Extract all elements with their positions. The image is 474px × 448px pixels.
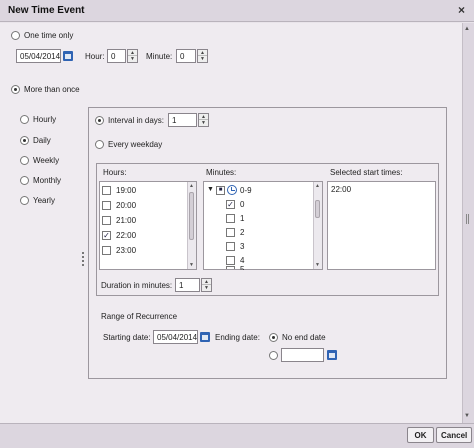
selected-times-header: Selected start times:: [330, 168, 403, 177]
interval-input[interactable]: 1: [168, 113, 197, 127]
hour-23-checkbox[interactable]: [102, 246, 111, 255]
scroll-grip-icon[interactable]: [466, 214, 469, 224]
one-time-radio[interactable]: [11, 31, 20, 40]
no-end-date-label: No end date: [282, 333, 326, 342]
minutes-scroll-up-icon[interactable]: ▲: [315, 183, 320, 189]
minute-1-label: 1: [240, 214, 245, 223]
weekly-label: Weekly: [33, 156, 60, 165]
minute-input[interactable]: 0: [176, 49, 196, 63]
minute-4-label: 4: [240, 256, 245, 265]
interval-stepper[interactable]: ▲ ▼: [198, 113, 209, 127]
minutes-scroll-thumb[interactable]: [315, 200, 320, 218]
hours-scroll-down-icon[interactable]: ▼: [189, 262, 194, 268]
hour-23-label: 23:00: [116, 246, 137, 255]
hours-header: Hours:: [103, 168, 127, 177]
minute-3-label: 3: [240, 242, 245, 251]
hour-stepper[interactable]: ▲ ▼: [127, 49, 138, 63]
every-weekday-radio[interactable]: [95, 140, 104, 149]
yearly-radio[interactable]: [20, 196, 29, 205]
scroll-up-icon[interactable]: ▲: [464, 26, 470, 32]
expand-toggle-icon[interactable]: ▼: [207, 186, 214, 193]
selected-time-item[interactable]: 22:00: [331, 185, 351, 194]
hour-input[interactable]: 0: [107, 49, 126, 63]
daily-radio[interactable]: [20, 136, 29, 145]
end-date-input[interactable]: [281, 348, 324, 362]
no-end-date-radio[interactable]: [269, 333, 278, 342]
minute-stepper[interactable]: ▲ ▼: [197, 49, 208, 63]
minute-0-checkbox[interactable]: ✓: [226, 200, 235, 209]
starting-date-input[interactable]: 05/04/2014: [153, 330, 198, 344]
duration-input[interactable]: 1: [175, 278, 200, 292]
hourly-label: Hourly: [33, 115, 57, 124]
close-icon[interactable]: ×: [458, 3, 465, 17]
more-than-once-radio[interactable]: [11, 85, 20, 94]
minute-5-row[interactable]: [226, 266, 235, 269]
ok-button[interactable]: OK: [407, 427, 434, 443]
minute-3-checkbox[interactable]: [226, 242, 235, 251]
hour-22-checkbox[interactable]: ✓: [102, 231, 111, 240]
splitter-handle[interactable]: [82, 252, 84, 266]
minutes-group-label: 0-9: [240, 186, 252, 195]
minute-2-label: 2: [240, 228, 245, 237]
minute-label: Minute:: [146, 52, 173, 61]
ending-date-label: Ending date:: [215, 333, 260, 342]
one-time-date-input[interactable]: 05/04/2014: [16, 49, 61, 63]
monthly-radio[interactable]: [20, 176, 29, 185]
minute-1-checkbox[interactable]: [226, 214, 235, 223]
scroll-down-icon[interactable]: ▼: [464, 413, 470, 419]
selected-times-list[interactable]: [327, 181, 436, 270]
window-title: New Time Event: [8, 5, 85, 16]
hour-label: Hour:: [85, 52, 105, 61]
more-than-once-label: More than once: [24, 85, 80, 94]
dialog-footer: [0, 423, 474, 448]
minutes-group-checkbox[interactable]: ■: [216, 186, 225, 195]
starting-date-label: Starting date:: [103, 333, 151, 342]
interval-label: Interval in days:: [108, 116, 165, 125]
start-calendar-icon[interactable]: [200, 332, 210, 342]
hour-20-checkbox[interactable]: [102, 201, 111, 210]
calendar-icon[interactable]: [63, 51, 73, 61]
minute-5-label: 5: [240, 266, 244, 270]
end-calendar-icon[interactable]: [327, 350, 337, 360]
hour-22-label: 22:00: [116, 231, 137, 240]
hourly-radio[interactable]: [20, 115, 29, 124]
daily-label: Daily: [33, 136, 51, 145]
hours-scroll-thumb[interactable]: [189, 192, 194, 240]
every-weekday-label: Every weekday: [108, 140, 163, 149]
minute-4-checkbox[interactable]: [226, 256, 235, 265]
minutes-scroll-down-icon[interactable]: ▼: [315, 262, 320, 268]
minutes-scrollbar[interactable]: [313, 182, 322, 269]
hour-20-label: 20:00: [116, 201, 137, 210]
yearly-label: Yearly: [33, 196, 55, 205]
hour-19-checkbox[interactable]: [102, 186, 111, 195]
minute-0-label: 0: [240, 200, 245, 209]
minutes-header: Minutes:: [206, 168, 237, 177]
interval-radio[interactable]: [95, 116, 104, 125]
end-date-radio[interactable]: [269, 351, 278, 360]
cancel-button[interactable]: Cancel: [436, 427, 472, 443]
range-title: Range of Recurrence: [101, 312, 178, 321]
duration-stepper[interactable]: ▲ ▼: [201, 278, 212, 292]
hour-19-label: 19:00: [116, 186, 137, 195]
hours-scroll-up-icon[interactable]: ▲: [189, 183, 194, 189]
clock-icon: [227, 185, 237, 195]
one-time-label: One time only: [24, 31, 74, 40]
hour-21-checkbox[interactable]: [102, 216, 111, 225]
hour-21-label: 21:00: [116, 216, 137, 225]
hours-list[interactable]: [99, 181, 197, 270]
duration-label: Duration in minutes:: [101, 281, 173, 290]
monthly-label: Monthly: [33, 176, 62, 185]
minute-2-checkbox[interactable]: [226, 228, 235, 237]
weekly-radio[interactable]: [20, 156, 29, 165]
